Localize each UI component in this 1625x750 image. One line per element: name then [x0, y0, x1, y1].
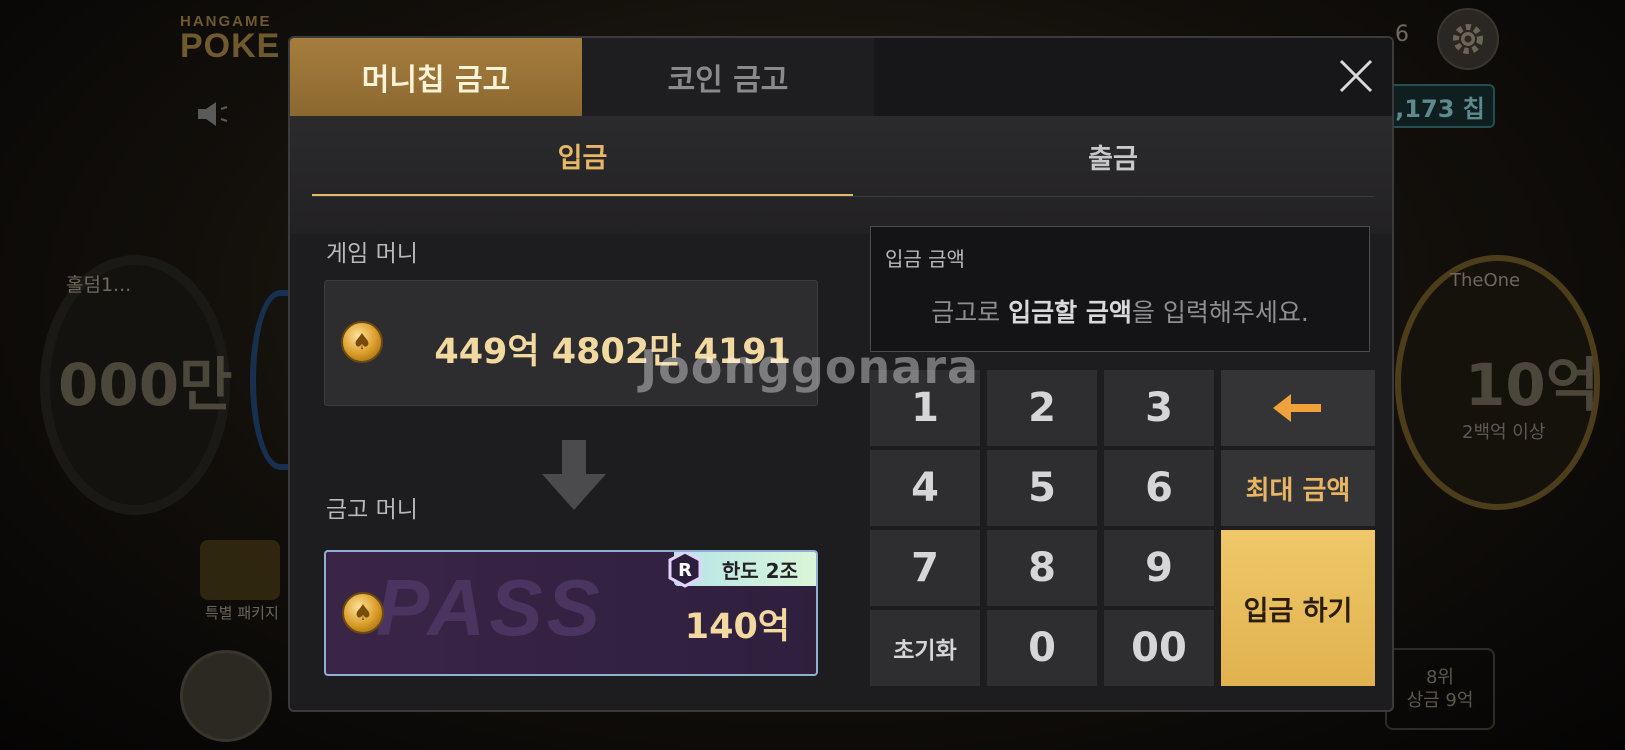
vault-money-label: 금고 머니	[326, 497, 418, 523]
deposit-amount-label: 입금 금액	[885, 247, 965, 271]
lobby-room-left-stake: 000만	[58, 351, 233, 419]
key-7[interactable]: 7	[870, 530, 980, 606]
vault-money-box: PASS 한도 2조 R ♠ 140억	[324, 550, 818, 676]
lobby-room-right-stake: 10억	[1465, 351, 1600, 419]
tab-coin-vault[interactable]: 코인 금고	[582, 38, 874, 116]
deposit-submit-button[interactable]: 입금 하기	[1221, 530, 1375, 686]
avatar	[180, 650, 272, 742]
tab-withdraw[interactable]: 출금	[853, 116, 1373, 196]
watermark: Joonggonara	[640, 340, 980, 394]
tab-deposit[interactable]: 입금	[312, 116, 853, 196]
game-money-label: 게임 머니	[326, 241, 418, 267]
chip-balance-pill: ,173 칩	[1385, 84, 1495, 128]
backspace-button[interactable]	[1221, 370, 1375, 446]
r-pass-icon: R	[668, 552, 702, 588]
hangame-poker-logo: HANGAME POKE	[180, 13, 281, 65]
close-icon[interactable]	[1336, 56, 1376, 96]
reset-button[interactable]: 초기화	[870, 610, 980, 686]
key-9[interactable]: 9	[1104, 530, 1214, 606]
spade-coin-icon: ♠	[341, 321, 383, 363]
gift-package-label: 특별 패키지	[205, 604, 279, 622]
key-5[interactable]: 5	[987, 450, 1097, 526]
max-amount-button[interactable]: 최대 금액	[1221, 450, 1375, 526]
deposit-amount-placeholder: 금고로 입금할 금액을 입력해주세요.	[931, 298, 1309, 327]
speaker-icon	[198, 102, 228, 126]
arrow-down-icon	[542, 440, 606, 510]
vault-money-value: 140억	[684, 607, 790, 647]
subtab-divider	[312, 196, 1374, 197]
key-8[interactable]: 8	[987, 530, 1097, 606]
pass-background-text: PASS	[376, 563, 604, 652]
lobby-room-right-label: TheOne	[1450, 270, 1521, 291]
tab-money-chip-vault[interactable]: 머니칩 금고	[290, 38, 582, 116]
spade-coin-icon: ♠	[342, 592, 384, 634]
settings-gear-icon	[1437, 8, 1499, 70]
top-counter: 6	[1395, 22, 1409, 47]
gift-package-icon	[200, 540, 280, 600]
deposit-withdraw-tabs: 입금 출금	[290, 116, 1392, 234]
backspace-arrow-icon	[1273, 394, 1321, 422]
rank-badge: 8위 상금 9억	[1385, 648, 1495, 730]
deposit-amount-field[interactable]: 입금 금액 금고로 입금할 금액을 입력해주세요.	[870, 226, 1370, 352]
lobby-room-right-sub: 2백억 이상	[1462, 422, 1546, 443]
vault-tabbar: 머니칩 금고 코인 금고	[290, 38, 1392, 116]
key-2[interactable]: 2	[987, 370, 1097, 446]
key-00[interactable]: 00	[1104, 610, 1214, 686]
lobby-room-left-label: 홀덤1...	[66, 274, 132, 296]
svg-text:R: R	[678, 560, 692, 581]
key-6[interactable]: 6	[1104, 450, 1214, 526]
key-0[interactable]: 0	[987, 610, 1097, 686]
key-3[interactable]: 3	[1104, 370, 1214, 446]
key-4[interactable]: 4	[870, 450, 980, 526]
